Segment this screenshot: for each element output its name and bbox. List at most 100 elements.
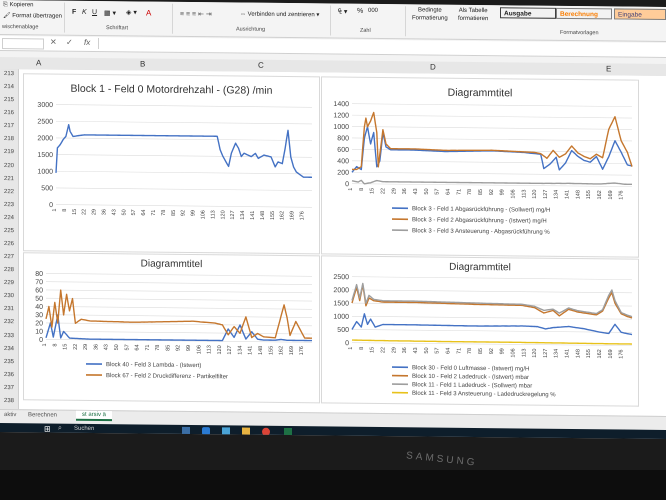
- y-tick-label: 500: [41, 185, 53, 192]
- taskbar-search-icon[interactable]: ⌕: [58, 425, 62, 433]
- row-header[interactable]: 231: [0, 306, 18, 312]
- x-tick-label: 106: [196, 345, 202, 354]
- x-tick-label: 57: [124, 344, 130, 350]
- x-tick-label: 22: [380, 188, 386, 194]
- row-header[interactable]: 215: [0, 97, 18, 103]
- chart-plot: 0 200 400 600 800 1000 1200 1400 1 8 15 22 29 36 43 50 5…: [333, 101, 633, 236]
- column-header-a[interactable]: A: [36, 58, 41, 67]
- style-berechnung[interactable]: Berechnung: [556, 7, 612, 20]
- gridline: [56, 104, 312, 108]
- row-header[interactable]: 237: [0, 385, 18, 391]
- row-header[interactable]: 228: [0, 267, 18, 273]
- currency-icon[interactable]: ₠ ▾: [338, 8, 347, 16]
- outlook-icon[interactable]: [202, 427, 210, 436]
- folder-icon[interactable]: [242, 427, 250, 436]
- chart-ladedruck[interactable]: Diagrammtitel 0 500 1000 1500 2000 2500 1 8 15 22…: [321, 255, 639, 407]
- thousands-button[interactable]: 000: [368, 8, 378, 14]
- x-tick-label: 50: [121, 209, 127, 215]
- row-header[interactable]: 223: [0, 202, 18, 208]
- row-header[interactable]: 236: [0, 372, 18, 378]
- column-header-e[interactable]: E: [606, 64, 611, 73]
- taskbar-search[interactable]: Suchen: [74, 426, 94, 432]
- chart-plot: 010203040506070801 8 15 22 29 36 43 50 57 64 71 78 8…: [35, 271, 312, 380]
- taskview-icon[interactable]: [182, 426, 190, 435]
- y-tick-label: 1400: [333, 101, 349, 108]
- row-header[interactable]: 221: [0, 176, 18, 182]
- chart-lambda[interactable]: Diagrammtitel 0 10 20 30 40 50 60 70 80 1 8 15 22 29 3…: [23, 252, 320, 404]
- fill-color-icon[interactable]: ◈ ▾: [126, 8, 137, 16]
- underline-button[interactable]: U: [92, 9, 97, 16]
- clipboard-group-label: wischenablage: [2, 24, 39, 31]
- row-header[interactable]: 219: [0, 149, 18, 155]
- start-icon[interactable]: ⊞: [44, 424, 51, 433]
- style-ausgabe[interactable]: Ausgabe: [500, 7, 556, 19]
- row-header[interactable]: 220: [0, 163, 18, 169]
- x-tick-label: 169: [289, 346, 295, 355]
- y-tick-label: 1000: [333, 314, 349, 321]
- x-tick-label: 134: [554, 349, 560, 358]
- row-header[interactable]: 218: [0, 136, 18, 142]
- conditional-format-button[interactable]: Bedingte Formatierung: [412, 6, 448, 22]
- name-box[interactable]: [2, 38, 44, 50]
- enter-icon[interactable]: ✓: [66, 38, 73, 47]
- chrome-icon[interactable]: [262, 427, 270, 436]
- row-header[interactable]: 225: [0, 228, 18, 234]
- x-tick-label: 169: [608, 349, 614, 358]
- bold-button[interactable]: F: [72, 9, 76, 16]
- worksheet-grid[interactable]: Block 1 - Feld 0 Motordrehzahl - (G28) /…: [19, 69, 666, 416]
- font-color-icon[interactable]: A: [146, 9, 151, 18]
- copy-button[interactable]: ⎘ Kopieren: [3, 2, 34, 9]
- gridline: [352, 103, 632, 107]
- sheet-tab[interactable]: aktiv: [4, 412, 16, 418]
- format-as-table-button[interactable]: Als Tabelle formatieren: [458, 7, 488, 23]
- gridline: [352, 126, 632, 130]
- row-header[interactable]: 233: [0, 333, 18, 339]
- sheet-tab[interactable]: Berechnen: [28, 412, 57, 418]
- merge-center-button[interactable]: ⇔ Verbinden und zentrieren ▾: [240, 11, 319, 19]
- row-header[interactable]: 229: [0, 280, 18, 286]
- x-tick-label: 127: [543, 349, 549, 358]
- x-tick-label: 176: [299, 346, 305, 355]
- borders-icon[interactable]: ▦ ▾: [104, 9, 116, 17]
- row-header[interactable]: 235: [0, 359, 18, 365]
- gridline: [46, 273, 312, 277]
- row-header[interactable]: 216: [0, 110, 18, 116]
- row-header[interactable]: 234: [0, 346, 18, 352]
- row-header[interactable]: 238: [0, 398, 18, 404]
- format-painter-button[interactable]: 🖌 Format übertragen: [3, 12, 62, 20]
- italic-button[interactable]: K: [82, 9, 87, 16]
- row-header[interactable]: 214: [0, 84, 18, 90]
- row-header[interactable]: 232: [0, 319, 18, 325]
- gridline: [46, 314, 312, 318]
- x-tick-label: 8: [62, 209, 68, 212]
- column-header-c[interactable]: C: [258, 61, 264, 70]
- ribbon-separator: [172, 3, 173, 34]
- row-header[interactable]: 226: [0, 241, 18, 247]
- y-tick-label: 500: [337, 327, 349, 334]
- row-header[interactable]: 217: [0, 123, 18, 129]
- percent-button[interactable]: %: [357, 8, 363, 15]
- row-header[interactable]: 230: [0, 293, 18, 299]
- align-icons[interactable]: ≡ ≡ ≡ ⇤ ⇥: [180, 10, 212, 18]
- row-header[interactable]: 224: [0, 215, 18, 221]
- cancel-icon[interactable]: ✕: [50, 38, 57, 47]
- x-tick-label: 85: [171, 210, 177, 216]
- x-tick-label: 155: [270, 211, 276, 220]
- sheet-tab-active[interactable]: st arsiv ä: [76, 410, 113, 422]
- x-tick-label: 29: [83, 344, 89, 350]
- row-header[interactable]: 227: [0, 254, 18, 260]
- chart-motordrehzahl[interactable]: Block 1 - Feld 0 Motordrehzahl - (G28) /…: [23, 73, 320, 255]
- y-tick-label: 10: [35, 329, 43, 336]
- x-tick-label: 99: [186, 345, 192, 351]
- excel-icon[interactable]: [284, 427, 292, 437]
- chart-plot: 0 500 1000 1500 2000 2500 1 8 15 22 29 36 43 50 57 64 71…: [333, 274, 633, 398]
- row-header[interactable]: 222: [0, 189, 18, 195]
- column-header-d[interactable]: D: [430, 63, 436, 72]
- style-eingabe[interactable]: Eingabe: [614, 8, 666, 20]
- column-header-b[interactable]: B: [140, 59, 145, 68]
- app-icon[interactable]: [222, 427, 230, 436]
- function-icon[interactable]: fx: [84, 38, 90, 47]
- chart-abgasrueckfuehrung[interactable]: Diagrammtitel 0 200 400 600 800 1000 1200 1400 1…: [321, 76, 639, 258]
- row-header[interactable]: 213: [0, 71, 18, 77]
- gridline: [352, 137, 632, 142]
